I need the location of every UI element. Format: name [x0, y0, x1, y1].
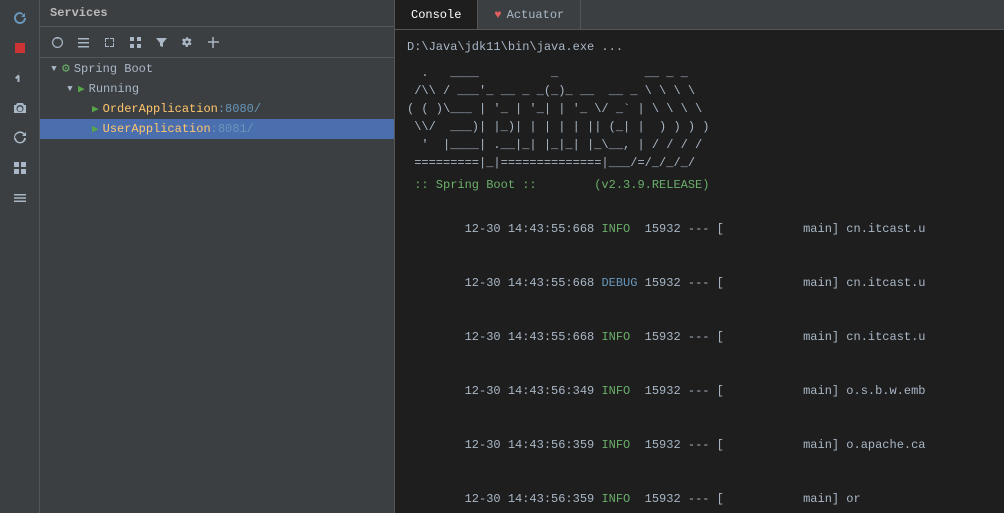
sidebar-title: Services	[40, 0, 394, 27]
sidebar-toolbar	[40, 27, 394, 58]
log-entry-4: 12-30 14:43:56:359 INFO 15932 --- [ main…	[407, 418, 992, 472]
refresh-icon-btn[interactable]	[6, 4, 34, 32]
log-entry-3: 12-30 14:43:56:349 INFO 15932 --- [ main…	[407, 364, 992, 418]
run-icon-running: ▶	[78, 82, 85, 96]
layout-icon-btn[interactable]	[6, 154, 34, 182]
tab-console[interactable]: Console	[395, 0, 478, 29]
actuator-tab-label: Actuator	[507, 8, 565, 22]
tree-item-orderapplication[interactable]: ▶ OrderApplication :8080/	[40, 99, 394, 119]
camera-icon-btn[interactable]	[6, 94, 34, 122]
console-tab-label: Console	[411, 8, 461, 22]
running-label: Running	[89, 82, 139, 96]
sidebar-tree: ▼ ⚙ Spring Boot ▼ ▶ Running ▶ OrderAppli…	[40, 58, 394, 513]
toolbar-collapse-btn[interactable]	[72, 31, 94, 53]
toolbar-reload-btn[interactable]	[46, 31, 68, 53]
tabs-bar: Console ♥ Actuator	[395, 0, 1004, 30]
chevron-springboot: ▼	[48, 63, 60, 75]
log-entry-2: 12-30 14:43:55:668 INFO 15932 --- [ main…	[407, 310, 992, 364]
ascii-line-6: =========|_|==============|___/=/_/_/_/	[407, 154, 992, 172]
tab-actuator[interactable]: ♥ Actuator	[478, 0, 581, 29]
console-output: D:\Java\jdk11\bin\java.exe ... . ____ _ …	[395, 30, 1004, 513]
sidebar: Services	[40, 0, 395, 513]
update-icon-btn[interactable]	[6, 124, 34, 152]
menu-icon-btn[interactable]	[6, 184, 34, 212]
command-line: D:\Java\jdk11\bin\java.exe ...	[407, 38, 992, 56]
toolbar-add-btn[interactable]	[202, 31, 224, 53]
right-panel: Console ♥ Actuator D:\Java\jdk11\bin\jav…	[395, 0, 1004, 513]
left-icon-panel	[0, 0, 40, 513]
chevron-running: ▼	[64, 83, 76, 95]
log-entry-0: 12-30 14:43:55:668 INFO 15932 --- [ main…	[407, 202, 992, 256]
ascii-line-5: ' |____| .__|_| |_|_| |_\__, | / / / /	[407, 136, 992, 154]
springboot-label: Spring Boot	[74, 62, 153, 76]
log-entry-1: 12-30 14:43:55:668 DEBUG 15932 --- [ mai…	[407, 256, 992, 310]
userapplication-port[interactable]: :8081/	[211, 122, 254, 136]
userapplication-label: UserApplication	[103, 122, 211, 136]
ascii-line-3: ( ( )\___ | '_ | '_| | '_ \/ _` | \ \ \ …	[407, 100, 992, 118]
run-icon-order: ▶	[92, 102, 99, 116]
springboot-icon: ⚙	[62, 61, 70, 76]
ascii-line-1: . ____ _ __ _ _	[407, 64, 992, 82]
toolbar-filter-btn[interactable]	[150, 31, 172, 53]
stop-icon-btn[interactable]	[6, 34, 34, 62]
tree-item-springboot[interactable]: ▼ ⚙ Spring Boot	[40, 58, 394, 79]
run-icon-user: ▶	[92, 122, 99, 136]
ascii-line-2: /\\ / ___'_ __ _ _(_)_ __ __ _ \ \ \ \	[407, 82, 992, 100]
toolbar-expand-btn[interactable]	[98, 31, 120, 53]
spring-boot-version-line: :: Spring Boot :: (v2.3.9.RELEASE)	[407, 176, 992, 194]
tree-item-userapplication[interactable]: ▶ UserApplication :8081/	[40, 119, 394, 139]
toolbar-grid-btn[interactable]	[124, 31, 146, 53]
orderapplication-label: OrderApplication	[103, 102, 218, 116]
wrench-icon-btn[interactable]	[6, 64, 34, 92]
toolbar-settings2-btn[interactable]	[176, 31, 198, 53]
log-entry-5: 12-30 14:43:56:359 INFO 15932 --- [ main…	[407, 472, 992, 513]
tree-item-running[interactable]: ▼ ▶ Running	[40, 79, 394, 99]
ascii-line-4: \\/ ___)| |_)| | | | | || (_| | ) ) ) )	[407, 118, 992, 136]
orderapplication-port[interactable]: :8080/	[218, 102, 261, 116]
actuator-icon: ♥	[494, 8, 501, 22]
